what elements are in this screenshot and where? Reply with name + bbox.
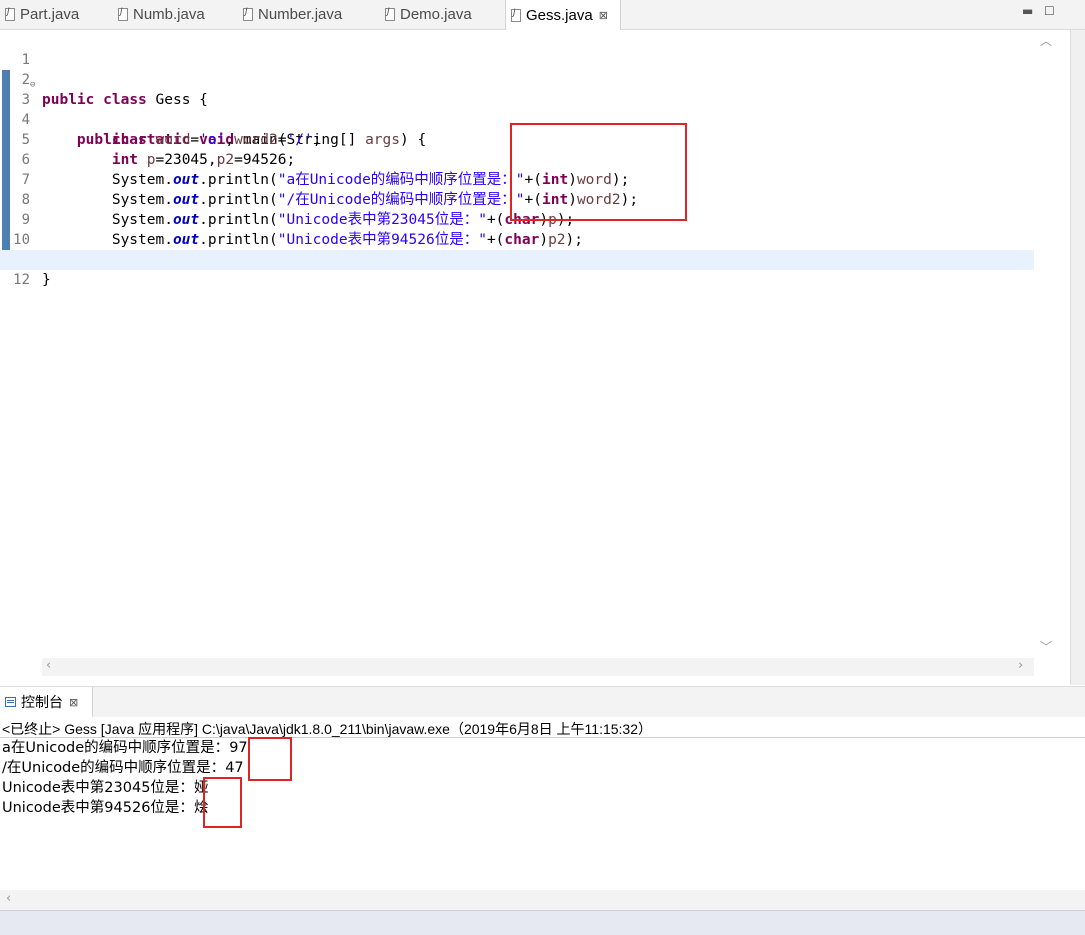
tab-part-java[interactable]: Part.java bbox=[0, 0, 79, 29]
horizontal-scrollbar[interactable]: ‹ › bbox=[42, 658, 1034, 676]
console-output-line: Unicode表中第94526位是：烩 bbox=[2, 798, 208, 818]
scroll-left-icon[interactable]: ‹ bbox=[6, 891, 11, 906]
java-file-icon bbox=[385, 7, 395, 21]
side-panel-strip bbox=[1070, 30, 1085, 685]
tab-label: Gess.java bbox=[526, 6, 593, 24]
tab-label: Number.java bbox=[258, 6, 343, 23]
scroll-down-icon[interactable]: ﹀ bbox=[1040, 638, 1052, 655]
annotation-box bbox=[510, 123, 687, 221]
annotation-box bbox=[248, 737, 292, 781]
scroll-left-icon[interactable]: ‹ bbox=[46, 658, 51, 673]
output-value: 97 bbox=[229, 740, 248, 756]
tab-label: Numb.java bbox=[133, 6, 205, 23]
tab-label: Demo.java bbox=[400, 6, 472, 23]
java-file-icon bbox=[5, 7, 15, 21]
close-icon[interactable]: ⊠ bbox=[69, 696, 78, 709]
tab-label: Part.java bbox=[20, 6, 80, 23]
output-label: a在Unicode的编码中顺序位置是： bbox=[2, 740, 230, 756]
console-horizontal-scrollbar[interactable]: ‹ bbox=[0, 890, 1085, 910]
code-editor[interactable]: 1 2 public class Gess { 3 ⊖ public stati… bbox=[0, 30, 1055, 676]
tab-gess-java[interactable]: Gess.java ⊠ bbox=[505, 0, 621, 30]
annotation-box bbox=[203, 777, 242, 828]
console-output-line: /在Unicode的编码中顺序位置是：47 bbox=[2, 758, 244, 778]
tab-number-java[interactable]: Number.java bbox=[238, 0, 342, 29]
output-label: /在Unicode的编码中顺序位置是： bbox=[2, 760, 226, 776]
java-file-icon bbox=[243, 7, 253, 21]
tab-numb-java[interactable]: Numb.java bbox=[113, 0, 205, 29]
status-bar bbox=[0, 910, 1085, 935]
tab-console[interactable]: 控制台 ⊠ bbox=[0, 687, 93, 717]
current-code-line[interactable]: 12 bbox=[0, 250, 1034, 288]
code-line: 11 } bbox=[0, 230, 1034, 288]
output-value: 47 bbox=[225, 760, 244, 776]
output-label: Unicode表中第23045位是： bbox=[2, 780, 194, 796]
scroll-right-icon[interactable]: › bbox=[1018, 658, 1023, 673]
code-line: 2 public class Gess { bbox=[0, 50, 1034, 108]
java-file-icon bbox=[118, 7, 128, 21]
maximize-icon[interactable]: ☐ bbox=[1044, 4, 1055, 18]
console-process-header: <已终止> Gess [Java 应用程序] C:\java\Java\jdk1… bbox=[2, 721, 653, 737]
code-line: 4 char word='a',word2='/'; bbox=[0, 90, 1034, 148]
code-line: 3 ⊖ public static void main(String[] arg… bbox=[0, 70, 1034, 148]
console-tab-bar: 控制台 ⊠ bbox=[0, 686, 1085, 717]
line-number: 12 bbox=[13, 272, 30, 288]
tab-demo-java[interactable]: Demo.java bbox=[380, 0, 472, 29]
close-icon[interactable]: ⊠ bbox=[599, 9, 608, 22]
console-icon bbox=[5, 697, 16, 707]
code-line: 1 bbox=[0, 30, 1034, 68]
console-output-line: Unicode表中第23045位是：娅 bbox=[2, 778, 208, 798]
console-output-line: a在Unicode的编码中顺序位置是：97 bbox=[2, 738, 248, 758]
editor-tab-bar: Part.java Numb.java Number.java Demo.jav… bbox=[0, 0, 1085, 30]
scroll-up-icon[interactable]: ︿ bbox=[1040, 32, 1052, 49]
output-label: Unicode表中第94526位是： bbox=[2, 800, 194, 816]
console-tab-label: 控制台 bbox=[21, 695, 63, 711]
minimize-icon[interactable]: ▬ bbox=[1022, 4, 1033, 18]
java-file-icon bbox=[511, 8, 521, 22]
